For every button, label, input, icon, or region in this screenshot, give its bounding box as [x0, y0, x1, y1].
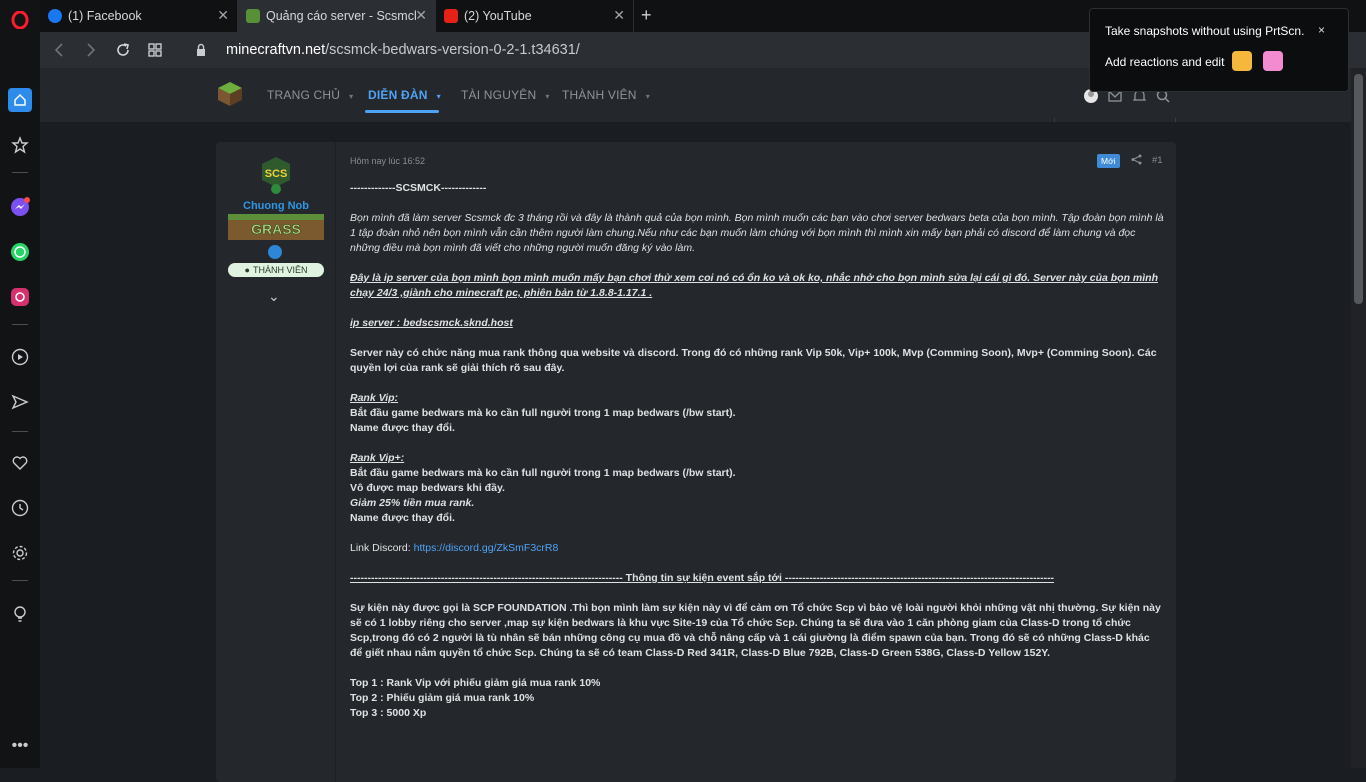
tab-close-icon[interactable]: ✕	[415, 8, 427, 22]
reaction-emoji-icon	[1232, 51, 1252, 71]
tiles-grid-icon[interactable]	[146, 41, 164, 59]
post-intro: Bọn mình đã làm server Scsmck đc 3 tháng…	[350, 212, 1164, 254]
post-message: -------------SCSMCK------------- Bọn mìn…	[350, 181, 1164, 721]
caret-down-icon: ▾	[545, 92, 550, 101]
settings-gear-icon[interactable]	[8, 541, 32, 565]
rank-vipp-line: Bắt đầu game bedwars mà ko cần full ngườ…	[350, 467, 736, 479]
scrollbar-thumb[interactable]	[1354, 74, 1363, 304]
url-domain: minecraftvn.net	[226, 42, 326, 58]
nav-trang-chu[interactable]: TRANG CHỦ ▾	[267, 88, 353, 102]
rank-vipp-line: Giảm 25% tiền mua rank.	[350, 497, 475, 509]
lightbulb-icon[interactable]	[8, 602, 32, 626]
rank-vip-title: Rank Vip:	[350, 392, 399, 404]
tab-facebook[interactable]: (1) Facebook ✕	[40, 0, 238, 32]
opera-logo-icon[interactable]	[8, 8, 32, 32]
tab-close-icon[interactable]: ✕	[613, 8, 625, 22]
nav-label: TRANG CHỦ	[267, 88, 341, 102]
forward-arrow-icon[interactable]	[82, 41, 100, 59]
instagram-icon[interactable]	[8, 285, 32, 309]
username[interactable]: Chuong Nob	[216, 200, 336, 212]
post-body: Hôm nay lúc 16:52 Mới #1 -------------SC…	[350, 142, 1164, 782]
banner-text: GRASS	[251, 221, 301, 237]
youtube-favicon-icon	[444, 9, 458, 23]
url-path: /scsmck-bedwars-version-0-2-1.t34631/	[325, 42, 580, 58]
chevron-down-icon[interactable]: ⌄	[268, 288, 280, 305]
speed-dial-star-icon[interactable]	[8, 133, 32, 157]
page-content: SCS Chuong Nob GRASS ● THÀNH VIÊN ⌄ Hôm n…	[40, 122, 1351, 782]
caret-down-icon: ▾	[645, 92, 650, 101]
event-text: Sự kiện này được gọi là SCP FOUNDATION .…	[350, 602, 1161, 659]
browser-sidebar: •••	[0, 0, 40, 768]
nav-label: TÀI NGUYÊN	[461, 88, 537, 102]
active-nav-underline	[365, 110, 439, 113]
facebook-favicon-icon	[48, 9, 62, 23]
nav-thanh-vien[interactable]: THÀNH VIÊN ▾	[562, 88, 650, 102]
rank-vipp-title: Rank Vip+:	[350, 452, 405, 464]
post-header: -------------SCSMCK-------------	[350, 182, 487, 194]
discord-link[interactable]: https://discord.gg/ZkSmF3crR8	[414, 542, 559, 554]
tab-label: (1) Facebook	[68, 9, 142, 23]
post-number[interactable]: #1	[1152, 155, 1163, 166]
snapshot-tip-popup: Take snapshots without using PrtScn. × A…	[1089, 8, 1349, 92]
home-icon[interactable]	[8, 88, 32, 112]
nav-dien-dan[interactable]: DIỄN ĐÀN ▾	[368, 88, 441, 102]
minecraft-favicon-icon	[246, 9, 260, 23]
popup-line1: Take snapshots without using PrtScn.	[1105, 24, 1305, 38]
user-icon: ●	[244, 265, 250, 275]
heart-icon[interactable]	[8, 451, 32, 475]
new-badge: Mới	[1097, 154, 1120, 168]
prize-line: Top 3 : 5000 Xp	[350, 707, 427, 719]
more-dots-icon[interactable]: •••	[8, 734, 32, 758]
rank-vipp-line: Vô được map bedwars khi đầy.	[350, 482, 505, 494]
tab-scsmck[interactable]: Quảng cáo server - Scsmck ✕	[238, 0, 436, 32]
tab-youtube[interactable]: (2) YouTube ✕	[436, 0, 634, 32]
url-text[interactable]: minecraftvn.net/scsmck-bedwars-version-0…	[226, 42, 580, 58]
nav-tai-nguyen[interactable]: TÀI NGUYÊN ▾	[461, 88, 550, 102]
minecraftvn-logo[interactable]	[217, 81, 243, 107]
reload-icon[interactable]	[114, 41, 132, 59]
share-icon[interactable]	[1131, 154, 1142, 168]
role-label: THÀNH VIÊN	[252, 265, 308, 275]
rank-vip-line: Name được thay đổi.	[350, 422, 455, 434]
ip-server: ip server : bedscsmck.sknd.host	[350, 317, 513, 329]
messenger-icon[interactable]	[8, 195, 32, 219]
popup-close-button[interactable]: ×	[1318, 23, 1325, 37]
user-banner: GRASS	[228, 212, 324, 242]
rank-vip-line: Bắt đầu game bedwars mà ko cần full ngườ…	[350, 407, 736, 419]
avatar-text: SCS	[265, 168, 288, 180]
caret-down-icon: ▾	[349, 92, 354, 101]
history-clock-icon[interactable]	[8, 496, 32, 520]
discord-label: Link Discord:	[350, 542, 414, 554]
post-timestamp[interactable]: Hôm nay lúc 16:52	[350, 156, 425, 166]
lock-icon[interactable]	[192, 41, 210, 59]
tab-label: Quảng cáo server - Scsmck	[266, 9, 416, 23]
popup-line2: Add reactions and edit	[1105, 55, 1225, 69]
player-icon[interactable]	[8, 345, 32, 369]
discord-line: Link Discord: https://discord.gg/ZkSmF3c…	[350, 541, 1164, 556]
prize-line: Top 1 : Rank Vip với phiếu giảm giá mua …	[350, 677, 601, 689]
rank-intro: Server này có chức năng mua rank thông q…	[350, 347, 1157, 374]
tab-close-icon[interactable]: ✕	[217, 8, 229, 22]
whatsapp-icon[interactable]	[8, 240, 32, 264]
event-divider: ----------------------------------------…	[350, 572, 1055, 584]
caret-down-icon: ▾	[436, 92, 441, 101]
role-badge: ● THÀNH VIÊN	[228, 263, 324, 277]
forum-post: SCS Chuong Nob GRASS ● THÀNH VIÊN ⌄ Hôm n…	[216, 142, 1176, 782]
nav-label: THÀNH VIÊN	[562, 88, 637, 102]
post-user-column: SCS Chuong Nob GRASS ● THÀNH VIÊN ⌄	[216, 142, 336, 782]
prize-line: Top 2 : Phiếu giảm giá mua rank 10%	[350, 692, 535, 704]
user-avatar[interactable]: SCS	[259, 156, 293, 196]
reaction-cat-icon	[1263, 51, 1283, 71]
back-arrow-icon[interactable]	[50, 41, 68, 59]
rank-vipp-line: Name được thay đổi.	[350, 512, 455, 524]
nav-label: DIỄN ĐÀN	[368, 88, 428, 102]
verified-badge-icon	[268, 245, 282, 259]
ip-notice: Đây là ip server của bọn mình bọn mình m…	[350, 272, 1158, 299]
send-icon[interactable]	[8, 390, 32, 414]
page-scrollbar[interactable]	[1351, 68, 1366, 768]
new-tab-button[interactable]: +	[641, 5, 652, 26]
tab-label: (2) YouTube	[464, 9, 532, 23]
